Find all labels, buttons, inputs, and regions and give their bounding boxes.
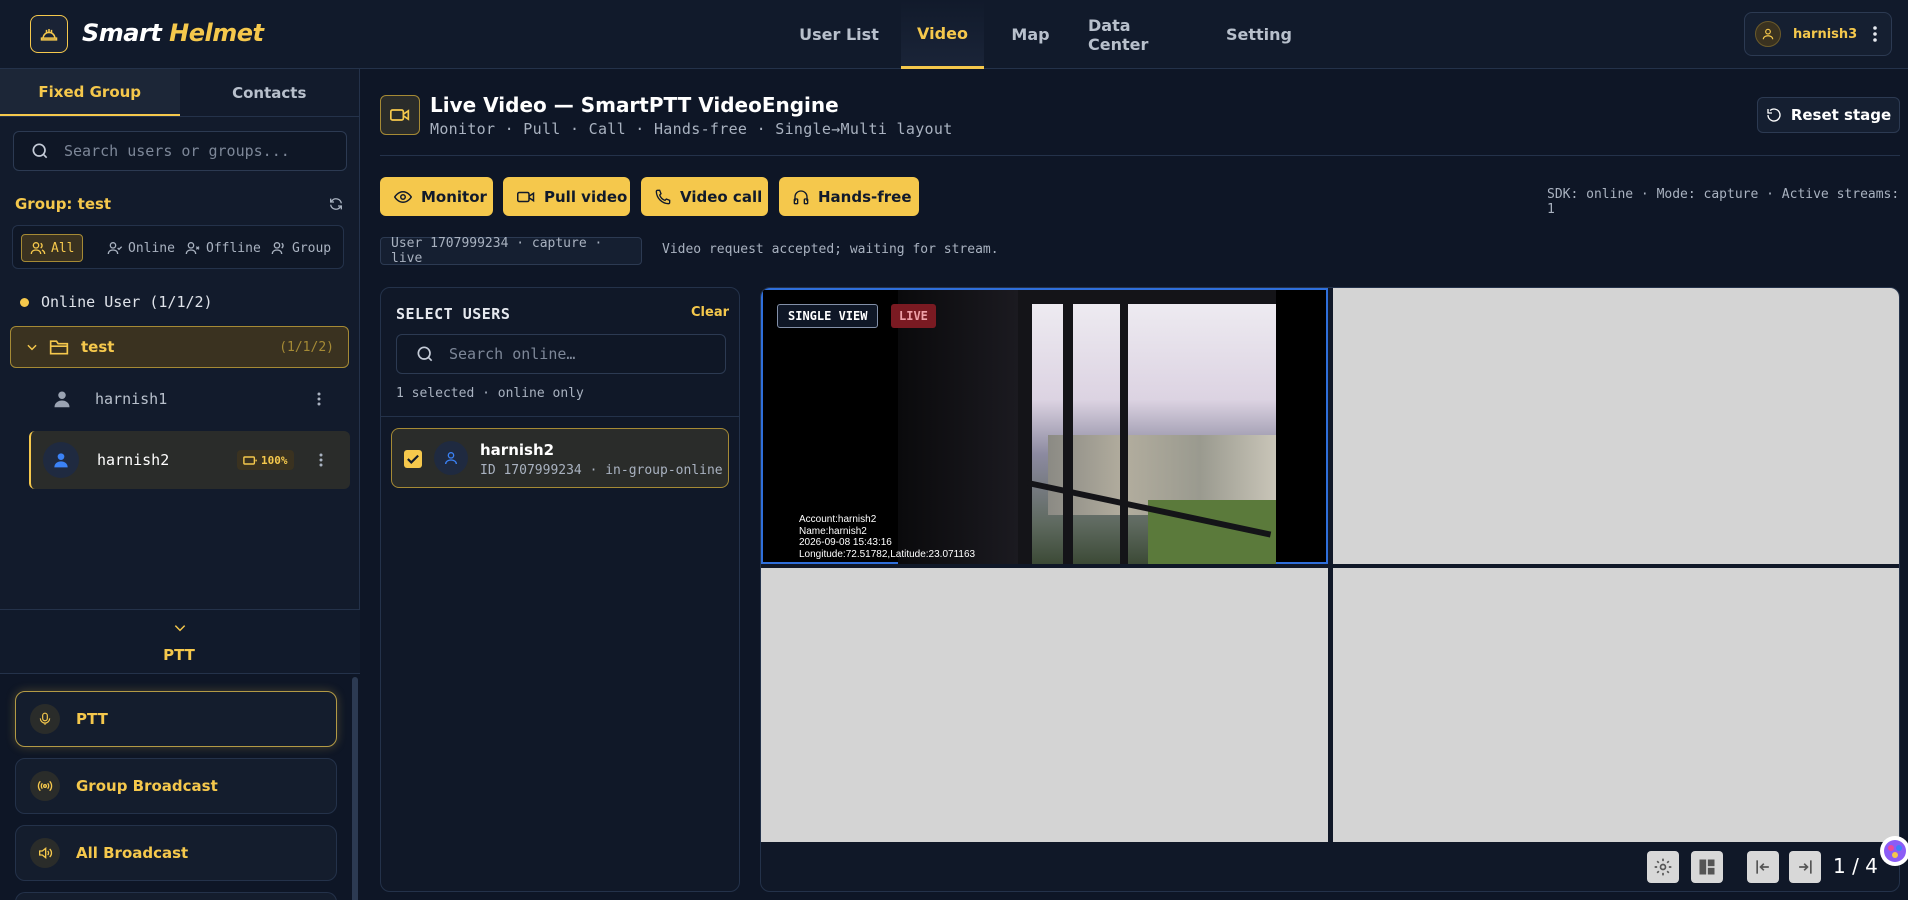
reset-icon xyxy=(1767,108,1781,122)
user-check-icon xyxy=(107,242,123,255)
clear-button[interactable]: Clear xyxy=(691,305,729,320)
more-vertical-icon[interactable] xyxy=(317,392,321,406)
filter-offline[interactable]: Offline xyxy=(185,234,261,262)
live-badge: LIVE xyxy=(891,304,936,328)
panel-divider xyxy=(381,416,739,417)
page-indicator: 1 / 4 xyxy=(1833,854,1878,878)
pull-video-button[interactable]: Pull video xyxy=(503,177,630,216)
nav-data-center[interactable]: Data Center xyxy=(1088,0,1190,69)
sdk-status: SDK: online · Mode: capture · Active str… xyxy=(1547,187,1900,217)
more-vertical-icon[interactable] xyxy=(319,453,323,467)
nav-user-list[interactable]: User List xyxy=(794,0,884,69)
speaker-icon xyxy=(30,838,60,868)
member-row-selected[interactable]: harnish2 100% xyxy=(29,431,350,489)
user-icon xyxy=(54,391,70,408)
checkbox[interactable] xyxy=(404,450,422,468)
user-menu[interactable]: harnish3 xyxy=(1744,12,1892,56)
user-x-icon xyxy=(185,242,200,255)
video-grid: Account:harnish2 Name:harnish2 2026-09-0… xyxy=(760,287,1900,892)
sidebar: Fixed Group Contacts Search users or gro… xyxy=(0,69,360,900)
selection-count: 1 selected · online only xyxy=(396,386,584,401)
video-tile-3[interactable] xyxy=(761,568,1328,842)
settings-icon[interactable] xyxy=(1647,851,1679,883)
refresh-icon[interactable] xyxy=(328,196,344,212)
hands-free-button[interactable]: Hands-free xyxy=(779,177,919,216)
ptt-button[interactable]: PTT xyxy=(15,691,337,747)
user-name: harnish3 xyxy=(1793,26,1858,42)
video-tile-1[interactable]: Account:harnish2 Name:harnish2 2026-09-0… xyxy=(761,288,1328,564)
reset-stage-button[interactable]: Reset stage xyxy=(1757,97,1900,133)
first-page-icon[interactable] xyxy=(1747,851,1779,883)
filter-online[interactable]: Online xyxy=(107,234,175,262)
sidebar-tabs: Fixed Group Contacts xyxy=(0,69,359,117)
sidebar-search-input[interactable]: Search users or groups... xyxy=(13,131,347,171)
search-icon xyxy=(32,143,48,159)
filter-bar: All Online Offline Group xyxy=(12,225,344,269)
video-icon xyxy=(517,191,535,202)
header-divider xyxy=(380,155,1900,156)
battery-badge: 100% xyxy=(237,450,294,470)
top-bar: Smart Helmet User List Video Map Data Ce… xyxy=(0,0,1908,69)
video-tile-4[interactable] xyxy=(1333,568,1899,842)
search-icon xyxy=(417,346,433,362)
assistant-icon[interactable] xyxy=(1880,836,1908,866)
more-vertical-icon[interactable] xyxy=(1873,25,1877,43)
filter-all[interactable]: All xyxy=(21,234,84,262)
nav-setting[interactable]: Setting xyxy=(1222,0,1296,69)
tab-contacts[interactable]: Contacts xyxy=(180,69,360,116)
online-summary: Online User (1/1/2) xyxy=(20,293,213,311)
single-view-badge: SINGLE VIEW xyxy=(777,304,879,328)
folder-icon xyxy=(49,340,69,355)
chevron-down-icon xyxy=(174,625,186,632)
user-icon xyxy=(1755,21,1781,47)
select-users-panel: SELECT USERS Clear Search online… 1 sele… xyxy=(380,287,740,892)
video-call-button[interactable]: Video call xyxy=(641,177,768,216)
page-subtitle: Monitor · Pull · Call · Hands-free · Sin… xyxy=(430,120,953,138)
video-osd: Account:harnish2 Name:harnish2 2026-09-0… xyxy=(799,514,976,560)
app-logo: Smart Helmet xyxy=(82,19,264,47)
user-icon xyxy=(434,441,468,475)
user-icon xyxy=(43,442,79,478)
stream-status-chip: User 1707999234 · capture · live xyxy=(380,236,642,266)
layout-icon[interactable] xyxy=(1691,851,1723,883)
video-camera-icon xyxy=(380,95,420,135)
status-message: Video request accepted; waiting for stre… xyxy=(662,242,999,257)
nav-map[interactable]: Map xyxy=(1003,0,1058,69)
headphones-icon xyxy=(793,189,809,204)
member-row[interactable]: harnish1 xyxy=(29,373,350,425)
chevron-down-icon xyxy=(27,344,37,351)
all-broadcast-button[interactable]: All Broadcast xyxy=(15,825,337,881)
microphone-icon xyxy=(30,704,60,734)
battery-icon xyxy=(243,455,257,465)
tab-fixed-group[interactable]: Fixed Group xyxy=(0,69,180,116)
group-icon xyxy=(271,242,284,255)
group-broadcast-button[interactable]: Group Broadcast xyxy=(15,758,337,814)
filter-group[interactable]: Group xyxy=(271,234,331,262)
ptt-section: PTT PTT Group Broadcast All Broadcast xyxy=(0,609,360,900)
online-search-input[interactable]: Search online… xyxy=(396,334,726,374)
ptt-collapse-toggle[interactable]: PTT xyxy=(0,609,360,674)
broadcast-icon xyxy=(30,771,60,801)
helmet-icon xyxy=(30,15,68,53)
monitor-button[interactable]: Monitor xyxy=(380,177,493,216)
nav-video[interactable]: Video xyxy=(901,0,984,69)
phone-icon xyxy=(655,189,671,204)
status-dot xyxy=(20,297,29,307)
users-icon xyxy=(30,242,46,255)
selected-user-card[interactable]: harnish2 ID 1707999234 · in-group-online xyxy=(391,428,729,488)
group-title: Group: test xyxy=(15,195,112,213)
eye-icon xyxy=(394,190,412,203)
video-tile-2[interactable] xyxy=(1333,288,1899,564)
more-actions[interactable] xyxy=(15,892,337,900)
last-page-icon[interactable] xyxy=(1789,851,1821,883)
page-title: Live Video — SmartPTT VideoEngine xyxy=(430,93,839,117)
sidebar-scrollbar[interactable] xyxy=(352,677,358,900)
group-folder[interactable]: test (1/1/2) xyxy=(10,326,349,368)
